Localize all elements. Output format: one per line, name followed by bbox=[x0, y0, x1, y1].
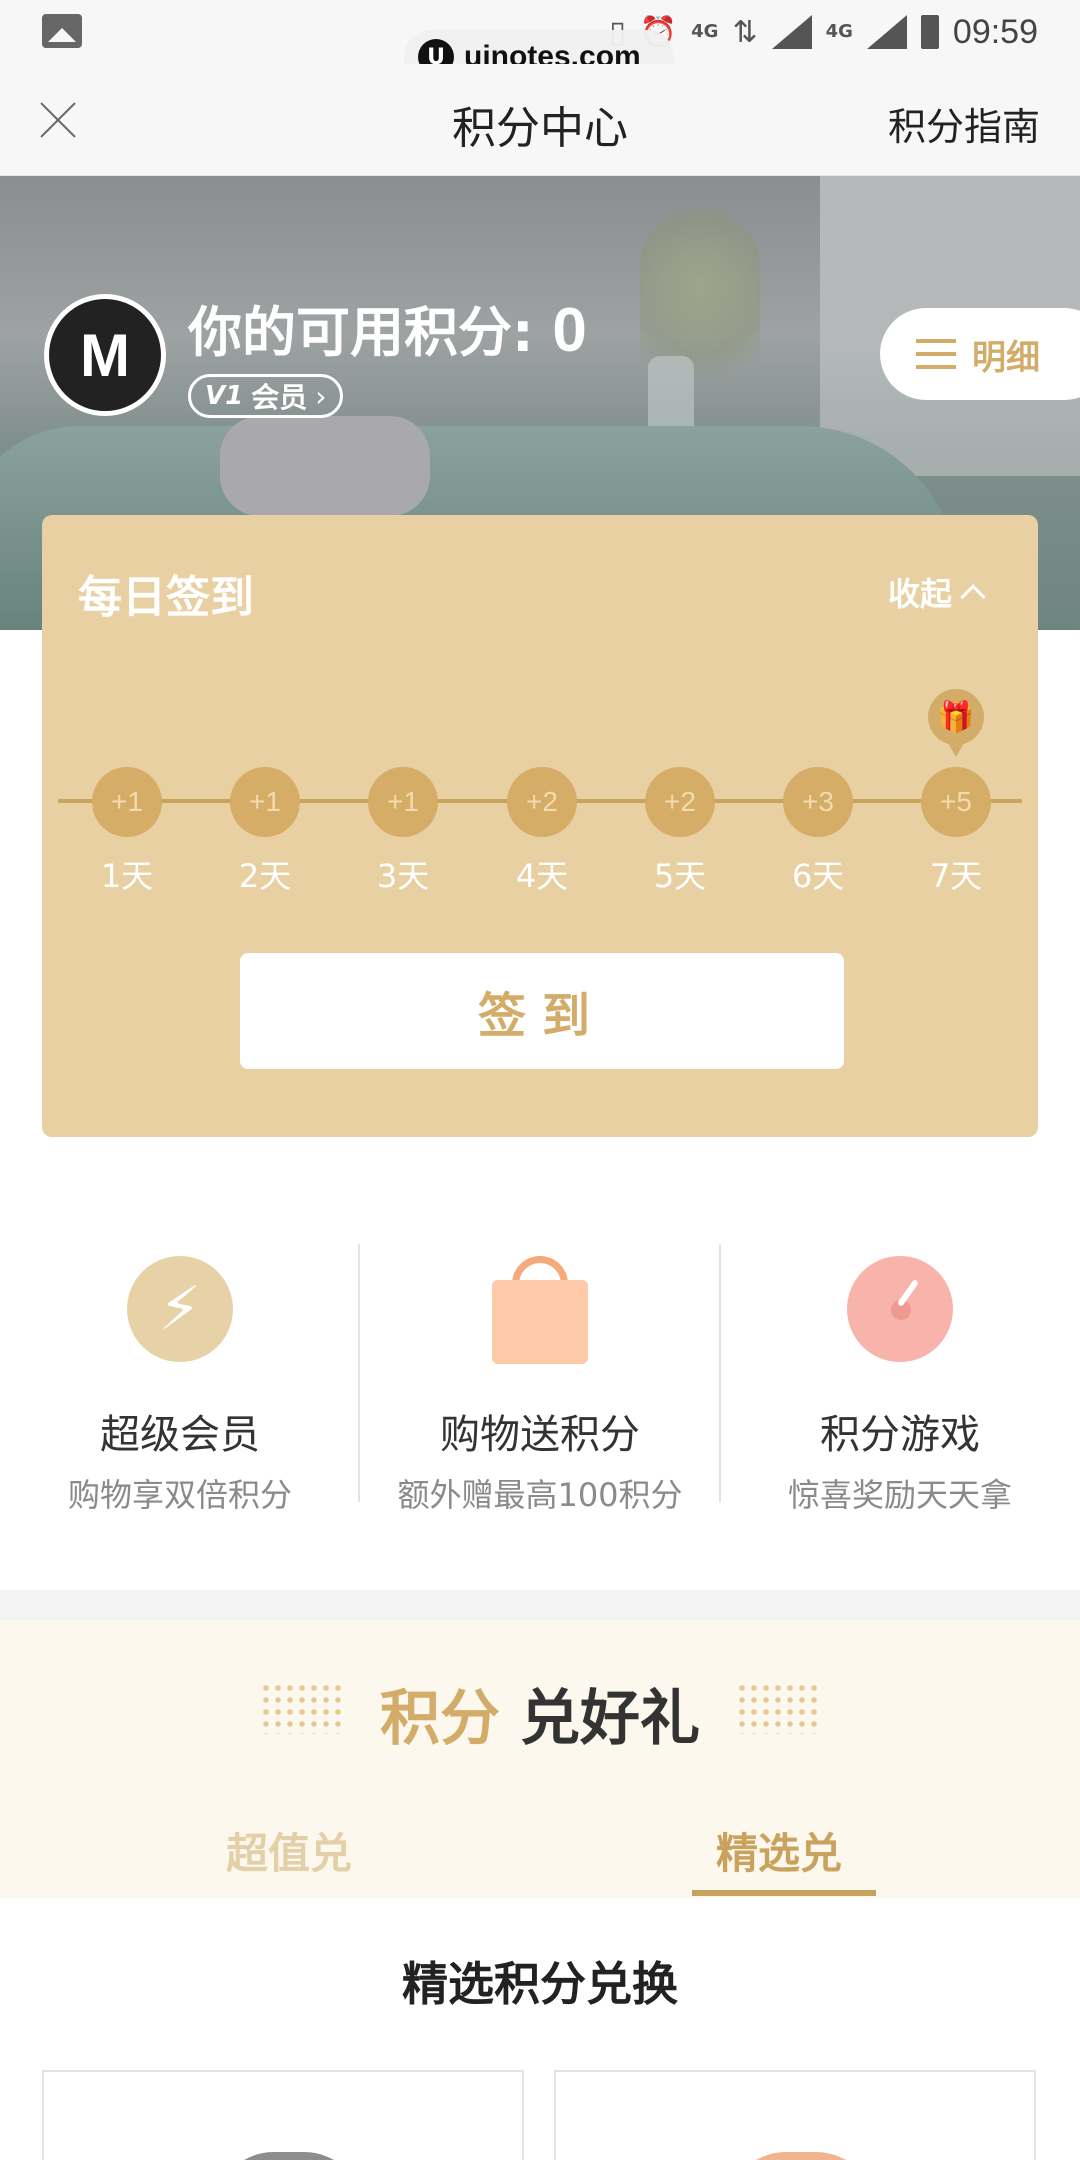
feature-super-member[interactable]: 超级会员 购物享双倍积分 bbox=[0, 1220, 360, 1520]
signal-icon bbox=[771, 15, 812, 49]
daily-checkin-card: 每日签到 收起 🎁 +1 1天 +1 2天 +1 3天 +2 4天 +2 5天 … bbox=[42, 515, 1038, 1137]
day-bonus: +2 bbox=[507, 767, 577, 837]
section-separator bbox=[0, 1590, 1080, 1620]
avatar-logo: M bbox=[80, 321, 130, 389]
product-image bbox=[726, 2152, 876, 2160]
compass-icon bbox=[847, 1256, 953, 1362]
list-icon bbox=[916, 339, 956, 369]
day-bonus: +1 bbox=[230, 767, 300, 837]
selected-exchange-title: 精选积分兑换 bbox=[402, 1957, 678, 2011]
checkin-day: +1 2天 bbox=[230, 767, 300, 897]
available-points: 你的可用积分: 0 bbox=[188, 288, 587, 367]
feature-shortcuts: 超级会员 购物享双倍积分 购物送积分 额外赠最高100积分 积分游戏 惊喜奖励天… bbox=[0, 1220, 1080, 1520]
product-card[interactable] bbox=[42, 2070, 524, 2160]
checkin-button[interactable]: 签到 bbox=[240, 953, 844, 1069]
day-bonus: +5 bbox=[921, 767, 991, 837]
status-icons: ▯ ⏰ 4G ⇅ 4G 09:59 bbox=[609, 8, 1038, 56]
points-value: 0 bbox=[552, 296, 587, 365]
gallery-icon bbox=[42, 14, 82, 48]
day-label: 4天 bbox=[515, 857, 569, 895]
feature-subtitle: 购物享双倍积分 bbox=[67, 1476, 292, 1514]
feature-shopping-points[interactable]: 购物送积分 额外赠最高100积分 bbox=[360, 1220, 720, 1520]
active-tab-indicator bbox=[692, 1890, 876, 1896]
data-arrows-icon: ⇅ bbox=[732, 14, 758, 50]
feature-subtitle: 惊喜奖励天天拿 bbox=[787, 1476, 1012, 1514]
day-bonus: +3 bbox=[783, 767, 853, 837]
member-level-button[interactable]: V1 会员 › bbox=[188, 374, 344, 418]
tab-value-exchange[interactable]: 超值兑 bbox=[226, 1820, 352, 1881]
tab-selected-exchange[interactable]: 精选兑 bbox=[716, 1820, 842, 1881]
collapse-button[interactable]: 收起 bbox=[887, 569, 986, 615]
lightning-icon bbox=[127, 1256, 233, 1362]
chevron-right-icon: › bbox=[315, 379, 327, 413]
day-bonus: +2 bbox=[645, 767, 715, 837]
checkin-day: +2 4天 bbox=[507, 767, 577, 897]
exchange-title: 积分 兑好礼 bbox=[0, 1670, 1080, 1757]
feature-title: 积分游戏 bbox=[820, 1412, 980, 1458]
member-label: 会员 bbox=[251, 381, 308, 414]
avatar[interactable]: M bbox=[44, 294, 166, 416]
feature-title: 购物送积分 bbox=[440, 1412, 640, 1458]
checkin-day: +3 6天 bbox=[783, 767, 853, 897]
day-label: 7天 bbox=[929, 857, 983, 895]
network-type-1: 4G bbox=[691, 21, 719, 42]
product-card[interactable] bbox=[554, 2070, 1036, 2160]
detail-label: 明细 bbox=[972, 337, 1040, 378]
checkin-title: 每日签到 bbox=[78, 572, 254, 623]
points-guide-link[interactable]: 积分指南 bbox=[888, 96, 1040, 151]
checkin-day: +1 1天 bbox=[92, 767, 162, 897]
feature-title: 超级会员 bbox=[100, 1412, 260, 1458]
network-type-2: 4G bbox=[825, 21, 853, 42]
collapse-label: 收起 bbox=[887, 575, 952, 613]
feature-points-game[interactable]: 积分游戏 惊喜奖励天天拿 bbox=[720, 1220, 1080, 1520]
product-image bbox=[214, 2152, 364, 2160]
gift-icon: 🎁 bbox=[928, 689, 984, 757]
points-detail-button[interactable]: 明细 bbox=[880, 308, 1080, 400]
nav-bar: 积分中心 积分指南 bbox=[0, 64, 1080, 176]
day-label: 6天 bbox=[791, 857, 845, 895]
hero-background-pillow bbox=[220, 416, 430, 516]
exchange-title-dark: 兑好礼 bbox=[520, 1684, 700, 1754]
exchange-title-gold: 积分 bbox=[380, 1684, 500, 1754]
checkin-day: +2 5天 bbox=[645, 767, 715, 897]
day-label: 2天 bbox=[238, 857, 292, 895]
chevron-up-icon bbox=[960, 584, 986, 610]
battery-icon bbox=[920, 15, 939, 49]
exchange-section: 积分 兑好礼 超值兑 精选兑 bbox=[0, 1620, 1080, 1898]
member-level-badge: V1 bbox=[205, 381, 244, 411]
shopping-bag-icon bbox=[492, 1256, 588, 1364]
feature-subtitle: 额外赠最高100积分 bbox=[397, 1476, 683, 1514]
clock: 09:59 bbox=[952, 12, 1038, 51]
day-label: 3天 bbox=[376, 857, 430, 895]
day-label: 1天 bbox=[100, 857, 154, 895]
signal-icon-2 bbox=[866, 15, 907, 49]
day-bonus: +1 bbox=[368, 767, 438, 837]
points-label: 你的可用积分: bbox=[188, 301, 534, 364]
day-bonus: +1 bbox=[92, 767, 162, 837]
checkin-day: +1 3天 bbox=[368, 767, 438, 897]
day-label: 5天 bbox=[653, 857, 707, 895]
checkin-day: +5 7天 bbox=[921, 767, 991, 897]
